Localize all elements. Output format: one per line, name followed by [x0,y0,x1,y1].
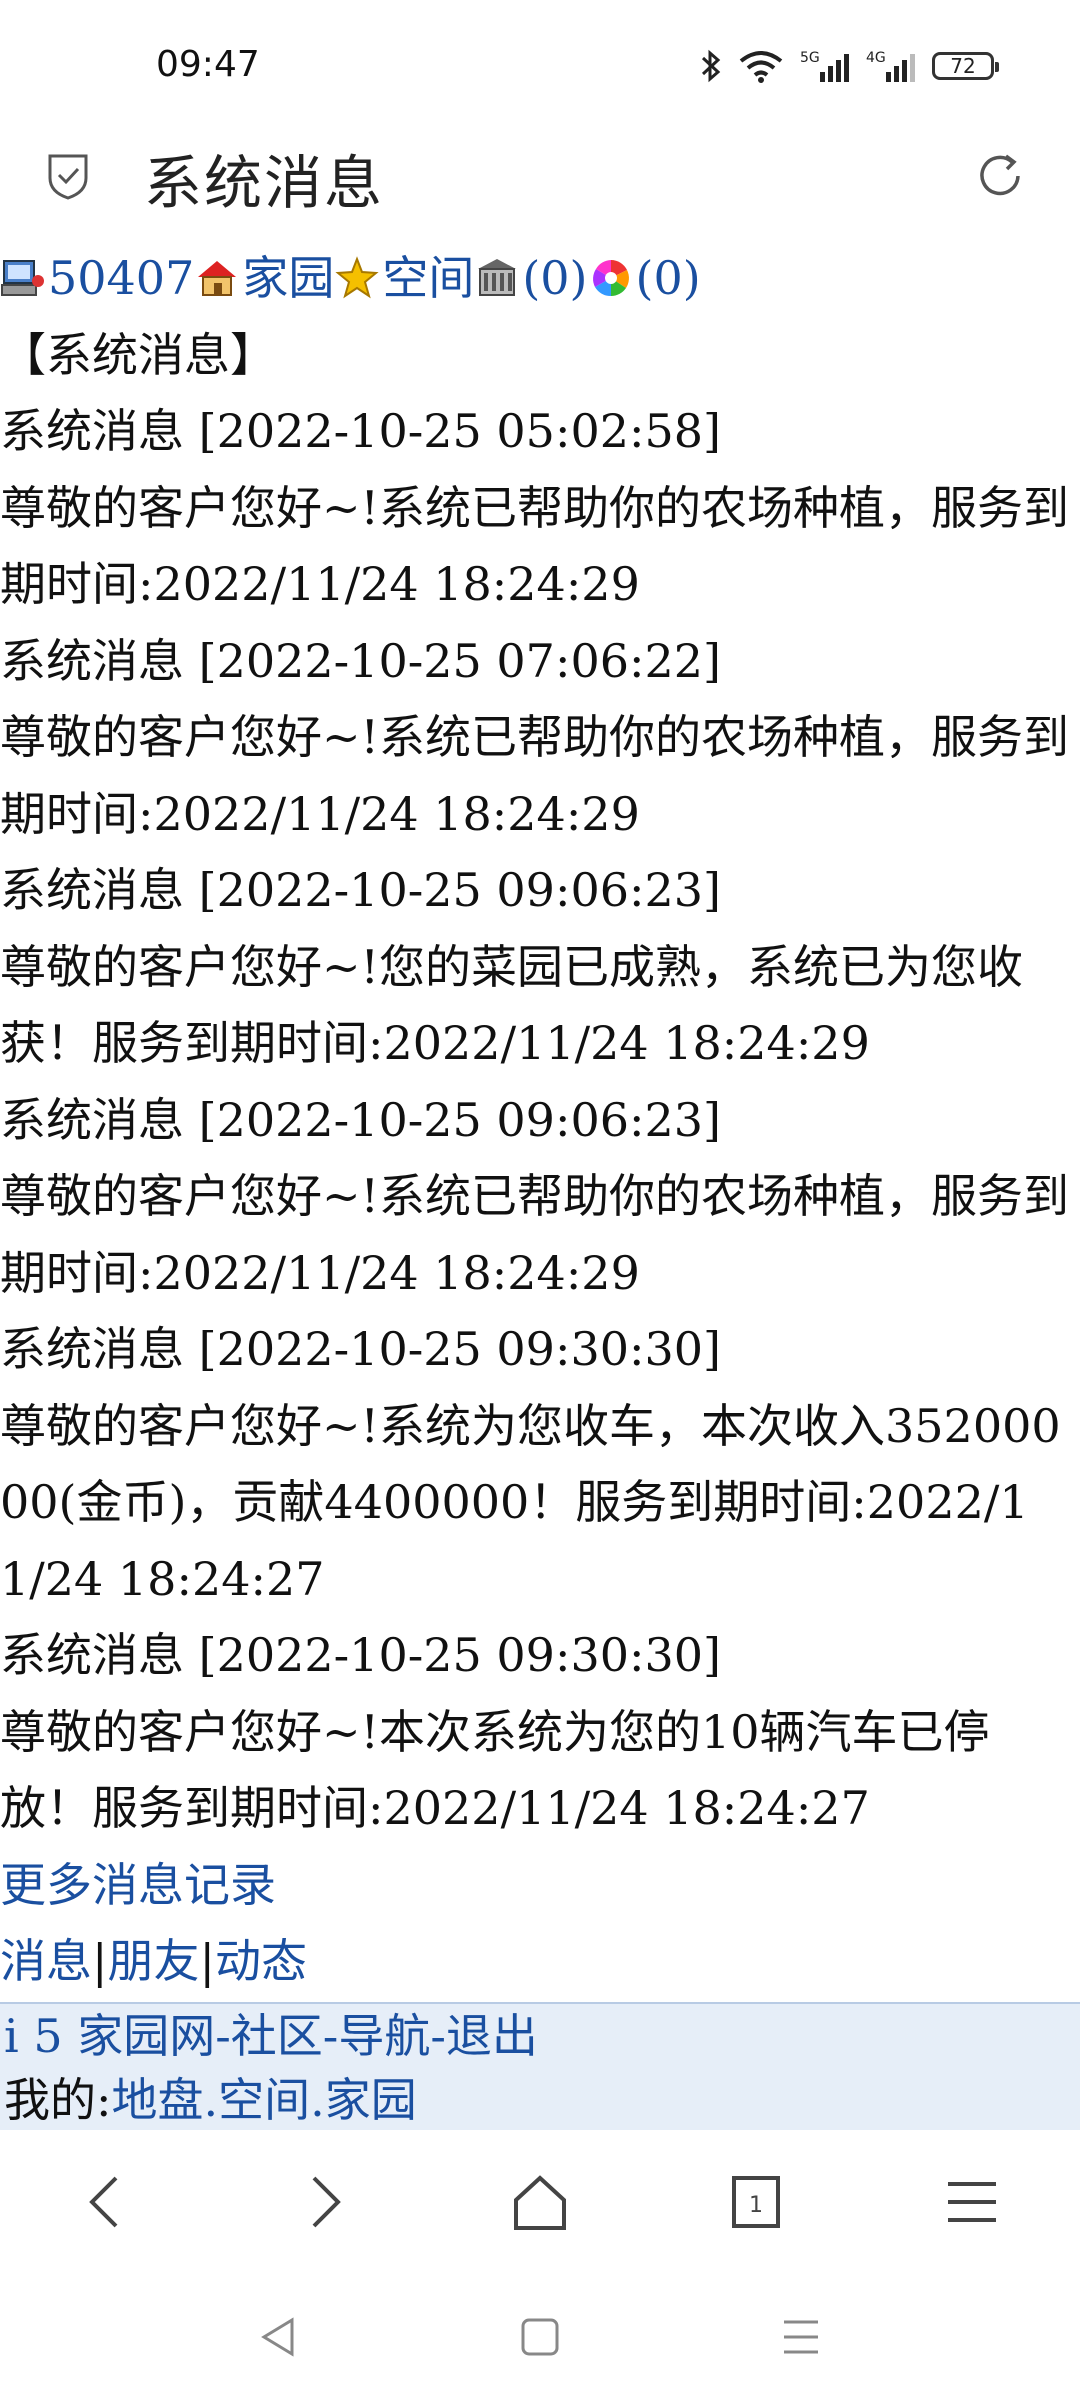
dot: . [203,2073,219,2127]
signal-4g-label: 4G [866,50,886,66]
content: 50407 家园 空间 (0) (0) 【系统消息】 系统消息 [2022-10… [0,240,1080,2000]
message-body: 尊敬的客户您好~!系统已帮助你的农场种植，服务到期时间:2022/11/24 1… [0,480,1070,612]
message-header: 系统消息 [2022-10-25 07:06:22] [0,633,721,688]
system-nav-bar [0,2270,1080,2400]
message-header: 系统消息 [2022-10-25 09:30:30] [0,1322,721,1376]
dash: - [322,2009,339,2063]
message-item: 系统消息 [2022-10-25 07:06:22] 尊敬的客户您好~!系统已帮… [0,623,1080,853]
message-item: 系统消息 [2022-10-25 09:06:23] 尊敬的客户您好~!系统已帮… [0,1082,1080,1312]
site-link[interactable]: i 5 家园网 [4,2009,215,2063]
count-a-link[interactable]: (0) [522,240,587,317]
separator: | [199,1934,216,1988]
land-link[interactable]: 地盘 [112,2073,204,2127]
back-icon[interactable] [76,2170,140,2234]
wifi-icon [739,51,783,83]
top-nav: 50407 家园 空间 (0) (0) [0,240,1080,317]
message-header: 系统消息 [2022-10-25 09:30:30] [0,1628,721,1682]
message-header: 系统消息 [2022-10-25 09:06:23] [0,863,721,917]
footer-mine-row: 我的:地盘.空间.家园 [0,2068,1080,2132]
friends-link[interactable]: 朋友 [108,1934,200,1988]
battery-level: 72 [950,54,976,78]
color-wheel-icon [592,260,629,297]
mine-label: 我的: [4,2073,112,2127]
home-icon [198,261,237,297]
message-body: 尊敬的客户您好~!您的菜园已成熟，系统已为您收获！服务到期时间:2022/11/… [0,939,1024,1071]
home-link[interactable]: 家园 [242,240,334,317]
messages-link[interactable]: 消息 [0,1934,92,1988]
page-title: 系统消息 [144,149,385,217]
signal-5g-label: 5G [800,50,820,66]
user-computer-icon [1,260,44,297]
app-bar: 系统消息 [0,130,1080,230]
menu-icon[interactable] [940,2170,1004,2234]
message-item: 系统消息 [2022-10-25 09:06:23] 尊敬的客户您好~!您的菜园… [0,852,1080,1082]
home-nav-icon[interactable] [508,2170,572,2234]
site-footer: i 5 家园网-社区-导航-退出 我的:地盘.空间.家园 [0,2002,1080,2130]
message-list: 系统消息 [2022-10-25 05:02:58] 尊敬的客户您好~!系统已帮… [0,393,1080,1847]
message-body: 尊敬的客户您好~!系统已帮助你的农场种植，服务到期时间:2022/11/24 1… [0,1169,1070,1300]
logout-link[interactable]: 退出 [446,2009,538,2063]
status-bar: 09:47 5G 4G 72 [0,0,1080,130]
message-body: 尊敬的客户您好~!本次系统为您的10辆汽车已停放！服务到期时间:2022/11/… [0,1704,990,1836]
message-header: 系统消息 [2022-10-25 05:02:58] [0,404,721,458]
shield-icon[interactable] [44,148,92,202]
browser-toolbar: 1 [0,2130,1080,2270]
signal-5g-icon: 5G [800,50,849,82]
battery-icon: 72 [932,52,999,80]
section-title: 【系统消息】 [0,327,276,382]
dash: - [430,2009,446,2063]
count-b-link[interactable]: (0) [636,240,701,317]
forward-icon[interactable] [290,2170,354,2234]
dash: - [215,2009,231,2063]
footer-space-link[interactable]: 空间 [218,2073,310,2127]
message-item: 系统消息 [2022-10-25 05:02:58] 尊敬的客户您好~!系统已帮… [0,393,1080,623]
message-item: 系统消息 [2022-10-25 09:30:30] 尊敬的客户您好~!本次系统… [0,1617,1080,1847]
signal-4g-icon: 4G [866,50,915,82]
message-header: 系统消息 [2022-10-25 09:06:23] [0,1092,721,1147]
bluetooth-icon [701,49,721,83]
more-messages-link[interactable]: 更多消息记录 [0,1858,276,1912]
separator: | [92,1934,108,1988]
activity-link[interactable]: 动态 [215,1934,307,1988]
system-recents-icon[interactable] [776,2312,826,2362]
message-body: 尊敬的客户您好~!系统为您收车，本次收入35200000(金币)，贡献44000… [0,1398,1061,1606]
svg-text:1: 1 [749,2193,763,2218]
status-icons: 5G 4G 72 [700,44,999,88]
community-link[interactable]: 社区 [231,2009,323,2063]
refresh-icon[interactable] [972,148,1028,204]
star-icon [335,256,379,299]
footer-home-link[interactable]: 家园 [325,2073,417,2127]
status-time: 09:47 [156,44,260,85]
system-back-icon[interactable] [254,2312,304,2362]
message-item: 系统消息 [2022-10-25 09:30:30] 尊敬的客户您好~!系统为您… [0,1311,1080,1617]
nav-link[interactable]: 导航 [338,2009,430,2063]
user-id-link[interactable]: 50407 [48,240,194,317]
space-link[interactable]: 空间 [382,240,474,317]
building-icon [478,259,517,297]
dot: . [310,2073,325,2127]
tabs-icon[interactable]: 1 [724,2170,788,2234]
message-body: 尊敬的客户您好~!系统已帮助你的农场种植，服务到期时间:2022/11/24 1… [0,710,1070,841]
system-home-icon[interactable] [515,2312,565,2362]
footer-nav-row: i 5 家园网-社区-导航-退出 [0,2004,1080,2068]
bottom-links: 消息|朋友|动态 [0,1923,1080,2000]
